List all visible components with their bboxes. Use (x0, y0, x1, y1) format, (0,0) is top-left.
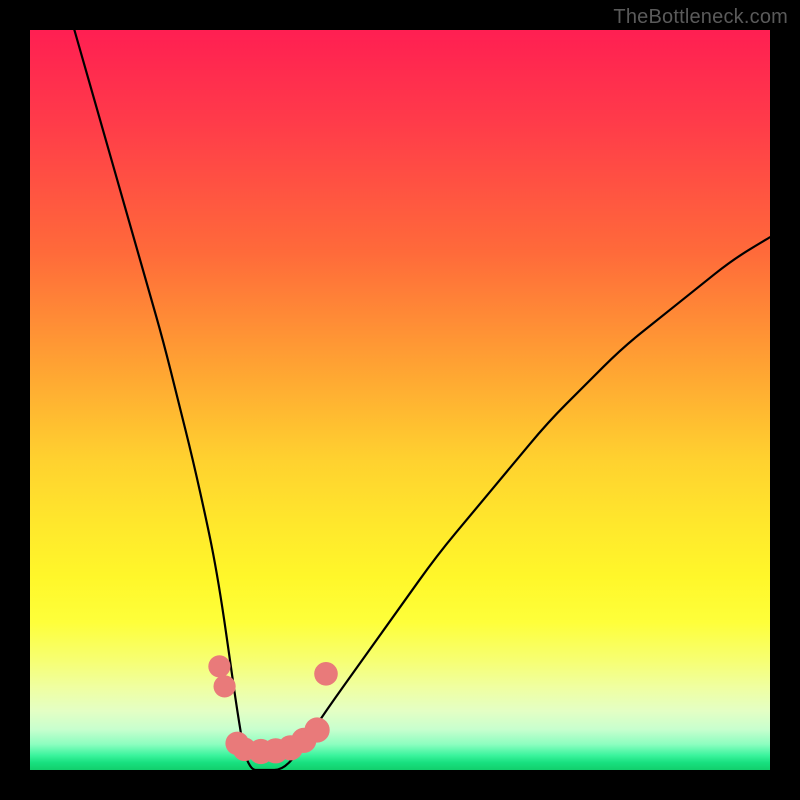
plot-area (30, 30, 770, 770)
chart-frame: TheBottleneck.com (0, 0, 800, 800)
watermark-text: TheBottleneck.com (613, 6, 788, 29)
dot-left-upper (208, 655, 230, 677)
dot-left-lower (214, 675, 236, 697)
blob-right-b (305, 717, 330, 742)
curve-svg (30, 30, 770, 770)
marker-group (208, 655, 338, 764)
bottleneck-curve (74, 30, 770, 770)
dot-right-upper (314, 662, 338, 686)
